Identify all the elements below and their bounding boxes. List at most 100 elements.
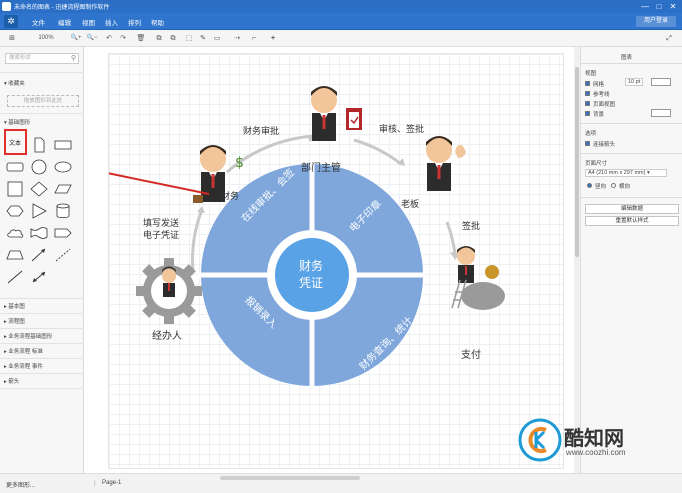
tape-shape[interactable] xyxy=(30,225,48,241)
arrow-line-shape[interactable] xyxy=(30,247,48,263)
options-section-title: 选项 xyxy=(585,131,597,137)
page-view-label: 页面视图 xyxy=(593,102,616,108)
rectangle-shape[interactable] xyxy=(54,137,72,153)
page-view-icon[interactable]: ⊞ xyxy=(6,33,18,44)
background-color-swatch[interactable] xyxy=(651,109,671,117)
zoom-in-icon[interactable]: 🔍+ xyxy=(70,33,82,44)
minimize-button[interactable]: — xyxy=(638,1,652,12)
undo-icon[interactable]: ↶ xyxy=(104,33,114,44)
page-view-checkbox[interactable] xyxy=(585,101,590,106)
app-menu-icon[interactable]: ✲ xyxy=(4,15,18,28)
connection-icon[interactable]: ⇢ xyxy=(230,33,244,44)
to-front-icon[interactable]: ⧉ xyxy=(154,33,164,44)
redo-icon[interactable]: ↷ xyxy=(118,33,128,44)
fill-color-icon[interactable]: ⬚ xyxy=(184,33,194,44)
favorites-header[interactable]: ▾ 收藏夹 xyxy=(4,79,25,87)
menu-view[interactable]: 视图 xyxy=(82,17,95,27)
shadow-icon[interactable]: ▭ xyxy=(212,33,222,44)
window-title: 未命名的图表 - 迅捷流程图制作软件 xyxy=(14,5,110,11)
delete-icon[interactable]: 🗑 xyxy=(136,33,146,44)
waypoints-icon[interactable]: ⌐ xyxy=(248,33,260,44)
guides-label: 参考线 xyxy=(593,92,610,98)
background-checkbox[interactable] xyxy=(585,111,590,116)
category-flowchart[interactable]: ▸ 流程图 xyxy=(4,317,25,325)
app-logo-icon xyxy=(2,2,11,11)
pentagon-arrow-shape[interactable] xyxy=(54,225,72,241)
toolbar: ⊞ 100% 🔍+ 🔍− ↶ ↷ 🗑 ⧉ ⧉ ⬚ ✎ ▭ ⇢ ⌐ + ⤢ xyxy=(0,30,682,47)
grid-color-swatch[interactable] xyxy=(651,78,671,86)
cylinder-shape[interactable] xyxy=(54,203,72,219)
zoom-out-icon[interactable]: 🔍− xyxy=(86,33,98,44)
label-pay: 支付 xyxy=(461,350,481,361)
category-bpmn-basic[interactable]: ▸ 业务流程基础图形 xyxy=(4,332,52,340)
menu-arrange[interactable]: 排列 xyxy=(128,17,141,27)
edit-data-button[interactable]: 编辑数据 xyxy=(585,204,679,214)
cloud-shape[interactable] xyxy=(6,225,24,241)
portrait-radio[interactable] xyxy=(587,183,592,188)
signin-button[interactable]: 用户登录 xyxy=(636,16,676,27)
label-boss: 老板 xyxy=(401,200,420,210)
diagram-page[interactable]: $ 财务审批 部门主管 审核、签批 财务 老板 填写发送 电子凭证 签批 经办人… xyxy=(108,53,564,469)
landscape-radio[interactable] xyxy=(611,183,616,188)
arc-handler-to-finance xyxy=(191,211,203,273)
favorites-drop-zone[interactable]: 拖放图形到此处 xyxy=(7,95,79,107)
search-icon[interactable]: ⚲ xyxy=(71,54,76,63)
dashed-line-shape[interactable] xyxy=(54,247,72,263)
diagram-svg: $ xyxy=(109,86,505,388)
menu-edit[interactable]: 编辑 xyxy=(58,17,71,27)
horizontal-scrollbar[interactable] xyxy=(220,476,360,480)
page-menu-icon[interactable]: ⋮ xyxy=(92,480,98,487)
more-shapes-link[interactable]: 更多图形... xyxy=(6,480,35,489)
circle-shape[interactable] xyxy=(30,159,48,175)
landscape-label: 横向 xyxy=(619,184,631,190)
hexagon-shape[interactable] xyxy=(6,203,24,219)
menu-help[interactable]: 帮助 xyxy=(151,17,164,27)
category-bpmn-standard[interactable]: ▸ 业务流程 标准 xyxy=(4,347,43,355)
menu-file[interactable]: 文件 xyxy=(32,17,45,27)
bidirectional-arrow-shape[interactable] xyxy=(30,269,48,285)
connection-arrows-label: 连接箭头 xyxy=(593,142,616,148)
watermark-logo: 酷知网 www.coozhi.com xyxy=(518,418,668,462)
search-placeholder: 搜索形状 xyxy=(9,55,32,61)
watermark-url: www.coozhi.com xyxy=(566,448,626,457)
maximize-button[interactable]: □ xyxy=(652,1,666,12)
line-color-icon[interactable]: ✎ xyxy=(198,33,208,44)
grid-checkbox[interactable] xyxy=(585,81,590,86)
paper-size-select[interactable]: A4 (210 mm x 297 mm) ▾ xyxy=(585,169,667,177)
guides-checkbox[interactable] xyxy=(585,91,590,96)
background-label: 背景 xyxy=(593,112,605,118)
ellipse-shape[interactable] xyxy=(54,159,72,175)
diamond-shape[interactable] xyxy=(30,181,48,197)
zoom-select[interactable]: 100% xyxy=(36,33,56,44)
drawing-canvas[interactable]: $ 财务审批 部门主管 审核、签批 财务 老板 填写发送 电子凭证 签批 经办人… xyxy=(92,47,574,473)
svg-text:$: $ xyxy=(235,155,244,171)
square-shape[interactable] xyxy=(6,181,24,197)
page-tab[interactable]: Page-1 xyxy=(102,480,121,486)
connection-arrows-checkbox[interactable] xyxy=(585,141,590,146)
parallelogram-shape[interactable] xyxy=(54,181,72,197)
center-label-line2: 凭证 xyxy=(299,276,324,290)
rounded-rect-shape[interactable] xyxy=(6,159,24,175)
reset-style-button[interactable]: 重置默认样式 xyxy=(585,216,679,226)
triangle-shape[interactable] xyxy=(30,203,48,219)
collapse-icon[interactable]: ⤢ xyxy=(664,33,674,44)
close-button[interactable]: ✕ xyxy=(666,1,680,12)
panel-header: 图表 xyxy=(621,55,633,61)
basic-shapes-grid xyxy=(4,133,80,295)
boss-person-icon xyxy=(426,136,466,191)
category-basic[interactable]: ▸ 基本图 xyxy=(4,302,25,310)
trapezoid-shape[interactable] xyxy=(6,247,24,263)
grid-size-input[interactable]: 10 pt xyxy=(625,78,644,86)
category-bpmn-events[interactable]: ▸ 业务流程 事件 xyxy=(4,362,43,370)
category-arrows[interactable]: ▸ 箭头 xyxy=(4,377,19,385)
insert-plus-icon[interactable]: + xyxy=(268,33,278,44)
line-shape[interactable] xyxy=(6,269,24,285)
format-panel: 图表 视图 网格 10 pt 参考线 页面视图 背景 选项 连接箭头 页面尺寸 … xyxy=(580,47,682,473)
to-back-icon[interactable]: ⧉ xyxy=(168,33,178,44)
pay-person-icon xyxy=(451,246,505,310)
menu-insert[interactable]: 插入 xyxy=(105,17,118,27)
shape-search-input[interactable]: 搜索形状 ⚲ xyxy=(5,53,79,64)
vertical-scroll-thumb[interactable] xyxy=(575,67,579,257)
note-shape[interactable] xyxy=(30,137,48,153)
basic-shapes-header[interactable]: ▾ 基础图形 xyxy=(4,118,30,126)
